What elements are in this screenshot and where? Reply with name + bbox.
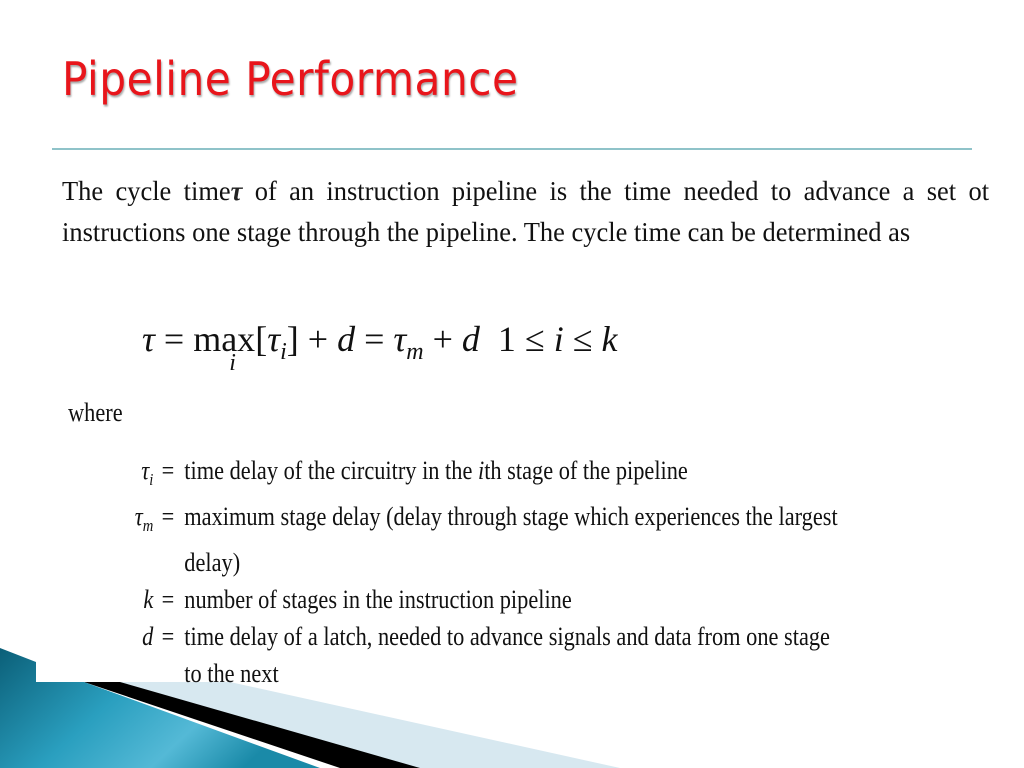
definition-text: maximum stage delay (delay through stage… — [184, 502, 838, 532]
formula-d-1: d — [337, 319, 356, 359]
formula-plus-2: + — [423, 319, 462, 359]
formula-tau-i-sub: i — [280, 339, 287, 366]
definition-text: to the next — [184, 659, 279, 689]
title-divider — [52, 148, 972, 150]
definition-symbol: d — [142, 622, 154, 652]
tau-symbol: τ — [230, 176, 243, 206]
formula-equals-1: = — [154, 319, 194, 359]
formula-bracket-close: ] — [286, 319, 299, 359]
slide-title: Pipeline Performance — [62, 52, 519, 106]
formula-tau-m-sub: m — [406, 339, 424, 366]
intro-text-start: The cycle time — [62, 176, 231, 206]
definition-symbol — [100, 544, 157, 581]
formula-max-subscript: i — [229, 350, 236, 376]
formula-bracket-open: [ — [255, 319, 268, 359]
definition-text: time delay of the circuitry in the ith s… — [184, 456, 688, 485]
formula-equals-2: = — [355, 319, 394, 359]
definitions-list: τi = time delay of the circuitry in the … — [100, 452, 1000, 692]
definition-text: delay) — [184, 548, 241, 578]
definition-symbol: k — [143, 585, 154, 615]
definition-continuation: delay) — [100, 544, 994, 581]
definition-text: time delay of a latch, needed to advance… — [184, 622, 830, 652]
definition-text: number of stages in the instruction pipe… — [184, 585, 572, 615]
formula-range-start: 1 — [497, 319, 516, 359]
definition-tau-i: τi = time delay of the circuitry in the … — [100, 452, 994, 498]
intro-paragraph: The cycle timeτ of an instruction pipeli… — [62, 171, 989, 253]
formula-tau-m: τ — [393, 319, 407, 359]
definition-equals: = — [161, 585, 175, 615]
formula-max-label: max — [193, 319, 256, 359]
formula-plus-1: + — [298, 319, 338, 359]
formula-range-k: k — [601, 319, 618, 359]
cycle-time-formula: τ = max i [τi] + d = τm + d 1 ≤ i ≤ k — [142, 318, 618, 376]
definition-k: k = number of stages in the instruction … — [100, 581, 994, 618]
definition-symbol — [100, 655, 157, 692]
definition-equals: = — [161, 502, 175, 532]
definition-equals-blank — [157, 544, 179, 581]
definition-continuation: to the next — [100, 655, 994, 692]
definition-symbol: τm — [134, 502, 154, 536]
formula-tau: τ — [142, 319, 155, 359]
definition-equals: = — [161, 622, 175, 652]
definition-tau-m: τm = maximum stage delay (delay through … — [100, 498, 994, 544]
formula-d-2: d — [461, 319, 480, 359]
formula-le-1: ≤ — [515, 319, 554, 359]
definition-equals-blank — [157, 655, 179, 692]
definition-d: d = time delay of a latch, needed to adv… — [100, 618, 994, 655]
where-label: where — [68, 398, 123, 427]
formula-tau-i: τ — [267, 319, 281, 359]
formula-max: max i — [193, 318, 256, 376]
formula-le-2: ≤ — [563, 319, 602, 359]
definition-equals: = — [161, 456, 175, 485]
formula-range-i: i — [553, 319, 564, 359]
definition-symbol: τi — [141, 456, 154, 490]
